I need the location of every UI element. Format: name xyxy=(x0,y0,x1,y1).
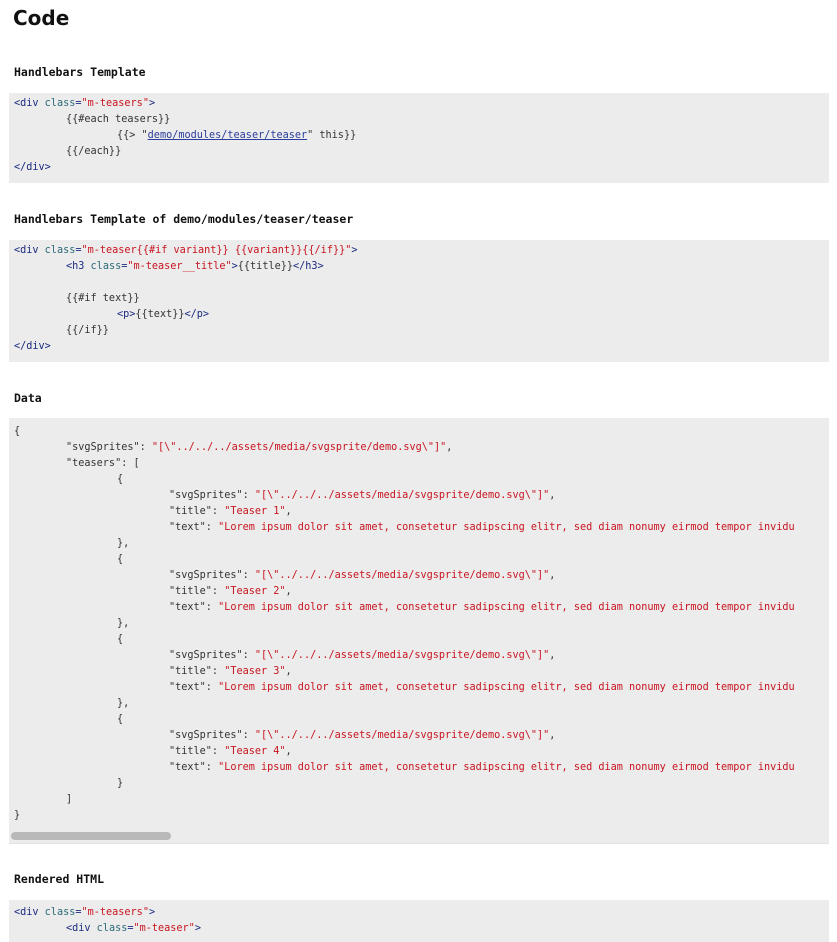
code-line: {{/each}} xyxy=(66,146,122,157)
code-line: { xyxy=(117,554,124,565)
code-line: "svgSprites": "[\"../../../assets/media/… xyxy=(169,650,556,661)
code-line: "title": "Teaser 4", xyxy=(169,746,292,757)
code-line: { xyxy=(117,474,124,485)
section-title-template: Handlebars Template xyxy=(14,65,146,79)
code-line: }, xyxy=(117,618,130,629)
code-line: } xyxy=(117,778,124,789)
code-line: "title": "Teaser 1", xyxy=(169,506,292,517)
code-line: }, xyxy=(117,698,130,709)
code-line: "svgSprites": "[\"../../../assets/media/… xyxy=(169,730,556,741)
code-line: </div> xyxy=(14,341,51,352)
code-line: "title": "Teaser 3", xyxy=(169,666,292,677)
code-line: "text": "Lorem ipsum dolor sit amet, con… xyxy=(169,762,795,773)
teaser-partial-link[interactable]: demo/modules/teaser/teaser xyxy=(148,130,307,141)
code-line: <div class="m-teaser"> xyxy=(66,923,201,934)
page-title: Code xyxy=(13,6,70,30)
code-line: "text": "Lorem ipsum dolor sit amet, con… xyxy=(169,522,795,533)
code-line: <h3 class="m-teaser__title">{{title}}</h… xyxy=(66,261,324,272)
code-line: {{#each teasers}} xyxy=(66,114,171,125)
code-line: {{#if text}} xyxy=(66,293,140,304)
code-line: {{/if}} xyxy=(66,325,109,336)
code-line: } xyxy=(14,810,21,821)
code-line: "svgSprites": "[\"../../../assets/media/… xyxy=(66,442,453,453)
code-block-data: { "svgSprites": "[\"../../../assets/medi… xyxy=(9,418,829,829)
section-title-rendered: Rendered HTML xyxy=(14,872,105,886)
code-line: "text": "Lorem ipsum dolor sit amet, con… xyxy=(169,602,795,613)
code-line: { xyxy=(117,634,124,645)
code-line: { xyxy=(117,714,124,725)
code-block-teaser-template: <div class="m-teaser{{#if variant}} {{va… xyxy=(9,240,829,362)
code-line: "teasers": [ xyxy=(66,458,140,469)
code-line: }, xyxy=(117,538,130,549)
code-line: ] xyxy=(66,794,73,805)
code-line: </div> xyxy=(14,162,51,173)
code-line: "svgSprites": "[\"../../../assets/media/… xyxy=(169,490,556,501)
scrollbar-thumb[interactable] xyxy=(11,832,171,840)
code-line: <p>{{text}}</p> xyxy=(117,309,210,320)
code-block-template: <div class="m-teasers"> {{#each teasers}… xyxy=(9,93,829,183)
code-line: "title": "Teaser 2", xyxy=(169,586,292,597)
code-line: <div class="m-teaser{{#if variant}} {{va… xyxy=(14,245,358,256)
section-title-teaser-template: Handlebars Template of demo/modules/teas… xyxy=(14,212,354,226)
code-line: "text": "Lorem ipsum dolor sit amet, con… xyxy=(169,682,795,693)
divider xyxy=(9,843,829,844)
section-title-data: Data xyxy=(14,391,42,405)
code-block-rendered: <div class="m-teasers"> <div class="m-te… xyxy=(9,900,829,942)
code-line: <div class="m-teasers"> xyxy=(14,907,156,918)
horizontal-scrollbar[interactable] xyxy=(9,829,829,843)
code-line: "svgSprites": "[\"../../../assets/media/… xyxy=(169,570,556,581)
code-line: <div class="m-teasers"> xyxy=(14,98,156,109)
code-line: { xyxy=(14,426,21,437)
code-line: {{> "demo/modules/teaser/teaser" this}} xyxy=(117,130,357,141)
